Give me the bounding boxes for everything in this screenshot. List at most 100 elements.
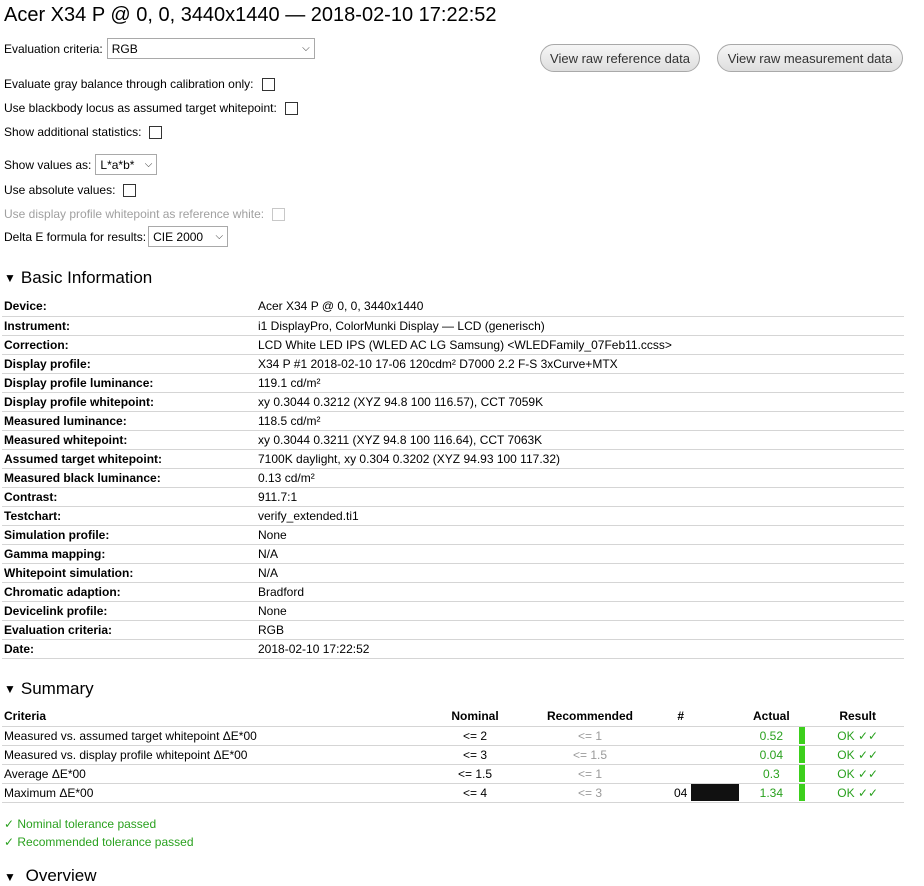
absolute-values-label: Use absolute values: [4, 183, 116, 197]
info-row: Assumed target whitepoint: 7100K daylight… [2, 449, 904, 469]
summary-number [672, 726, 690, 746]
absolute-values-checkbox[interactable] [123, 183, 137, 197]
info-value: i1 DisplayPro, ColorMunki Display — LCD … [256, 316, 904, 336]
header-recommended: Recommended [508, 707, 672, 727]
delta-e-value: CIE 2000 [153, 229, 204, 244]
info-key: Gamma mapping: [2, 544, 256, 564]
nominal-tolerance-passed: ✓ Nominal tolerance passed [4, 817, 157, 831]
show-values-label: Show values as: [4, 157, 92, 172]
view-raw-measurement-button[interactable]: View raw measurement data [717, 44, 903, 72]
evaluation-criteria-value: RGB [111, 41, 138, 56]
info-value: 119.1 cd/m² [256, 373, 904, 393]
color-swatch [691, 784, 740, 801]
info-key: Assumed target whitepoint: [2, 449, 256, 469]
collapse-triangle-icon: ▼ [4, 870, 16, 884]
delta-e-row: Delta E formula for results: CIE 2000 ⌵ [4, 226, 229, 247]
info-row: Display profile whitepoint: xy 0.3044 0.3… [2, 392, 904, 412]
summary-number: 04 [672, 783, 690, 803]
chevron-down-icon: ⌵ [215, 231, 224, 242]
display-profile-white-label: Use display profile whitepoint as refere… [4, 207, 265, 221]
info-value: LCD White LED IPS (WLED AC LG Samsung) <… [256, 335, 904, 355]
info-value: Bradford [256, 582, 904, 602]
header-criteria: Criteria [2, 707, 442, 727]
summary-result: OK ✓✓ [811, 764, 904, 784]
summary-row: Average ΔE*00 <= 1.5 <= 1 0.3 OK ✓✓ [2, 764, 904, 784]
summary-actual: 0.04 [745, 745, 798, 765]
info-row: Correction: LCD White LED IPS (WLED AC LG… [2, 335, 904, 355]
header-swatch [689, 707, 746, 727]
info-row: Gamma mapping: N/A [2, 544, 904, 564]
info-key: Simulation profile: [2, 525, 256, 545]
summary-header-row: Criteria Nominal Recommended # Actual Re… [2, 707, 904, 727]
blackbody-row: Use blackbody locus as assumed target wh… [4, 101, 298, 115]
info-row: Measured luminance: 118.5 cd/m² [2, 411, 904, 431]
info-row: Measured whitepoint: xy 0.3044 0.3211 (XY… [2, 430, 904, 450]
summary-row: Measured vs. display profile whitepoint … [2, 745, 904, 765]
info-key: Instrument: [2, 316, 256, 336]
page-title: Acer X34 P @ 0, 0, 3440x1440 — 2018-02-1… [4, 4, 497, 26]
info-row: Instrument: i1 DisplayPro, ColorMunki Dis… [2, 316, 904, 336]
header-result: Result [811, 707, 904, 727]
header-nominal: Nominal [442, 707, 508, 727]
info-row: Whitepoint simulation: N/A [2, 563, 904, 583]
view-raw-reference-button[interactable]: View raw reference data [540, 44, 700, 72]
show-values-row: Show values as: L*a*b* ⌵ [4, 154, 158, 175]
info-key: Testchart: [2, 506, 256, 526]
summary-table: Criteria Nominal Recommended # Actual Re… [2, 707, 904, 803]
summary-bar-cell [797, 745, 812, 765]
info-key: Devicelink profile: [2, 601, 256, 621]
info-value: Acer X34 P @ 0, 0, 3440x1440 [256, 297, 904, 317]
additional-stats-row: Show additional statistics: [4, 125, 163, 139]
info-value: RGB [256, 620, 904, 640]
summary-nominal: <= 2 [442, 726, 508, 746]
summary-swatch-cell [689, 783, 746, 803]
header-actual: Actual [745, 707, 798, 727]
info-value: 2018-02-10 17:22:52 [256, 639, 904, 659]
info-key: Measured whitepoint: [2, 430, 256, 450]
info-key: Whitepoint simulation: [2, 563, 256, 583]
summary-recommended: <= 1.5 [508, 745, 672, 765]
delta-e-select[interactable]: CIE 2000 ⌵ [148, 226, 229, 247]
blackbody-checkbox[interactable] [284, 101, 298, 115]
info-value: N/A [256, 544, 904, 564]
summary-heading[interactable]: ▼ Summary [4, 679, 94, 699]
collapse-triangle-icon: ▼ [4, 271, 16, 285]
show-values-select[interactable]: L*a*b* ⌵ [95, 154, 158, 175]
summary-actual: 0.3 [745, 764, 798, 784]
gray-balance-row: Evaluate gray balance through calibratio… [4, 77, 275, 91]
info-key: Date: [2, 639, 256, 659]
evaluation-criteria-select[interactable]: RGB ⌵ [106, 38, 315, 59]
info-row: Display profile luminance: 119.1 cd/m² [2, 373, 904, 393]
summary-number [672, 764, 690, 784]
summary-row: Maximum ΔE*00 <= 4 <= 3 04 1.34 OK ✓✓ [2, 783, 904, 803]
info-key: Contrast: [2, 487, 256, 507]
summary-row: Measured vs. assumed target whitepoint Δ… [2, 726, 904, 746]
info-key: Measured black luminance: [2, 468, 256, 488]
summary-swatch-cell [689, 745, 746, 765]
additional-stats-checkbox[interactable] [149, 125, 163, 139]
info-value: xy 0.3044 0.3211 (XYZ 94.8 100 116.64), … [256, 430, 904, 450]
recommended-tolerance-passed: ✓ Recommended tolerance passed [4, 835, 194, 849]
info-row: Devicelink profile: None [2, 601, 904, 621]
additional-stats-label: Show additional statistics: [4, 125, 142, 139]
info-value: 118.5 cd/m² [256, 411, 904, 431]
overview-heading-partial[interactable]: ▼ Overview [4, 866, 96, 886]
summary-actual: 0.52 [745, 726, 798, 746]
info-key: Display profile: [2, 354, 256, 374]
basic-information-heading[interactable]: ▼ Basic Information [4, 268, 152, 288]
info-key: Chromatic adaption: [2, 582, 256, 602]
summary-swatch-cell [689, 726, 746, 746]
gray-balance-checkbox[interactable] [261, 77, 275, 91]
info-row: Measured black luminance: 0.13 cd/m² [2, 468, 904, 488]
summary-recommended: <= 1 [508, 764, 672, 784]
display-profile-white-checkbox[interactable] [272, 207, 286, 221]
info-row: Display profile: X34 P #1 2018-02-10 17-0… [2, 354, 904, 374]
summary-nominal: <= 3 [442, 745, 508, 765]
summary-result: OK ✓✓ [811, 745, 904, 765]
summary-number [672, 745, 690, 765]
info-value: None [256, 601, 904, 621]
absolute-values-row: Use absolute values: [4, 183, 137, 197]
collapse-triangle-icon: ▼ [4, 682, 16, 696]
info-key: Evaluation criteria: [2, 620, 256, 640]
summary-result: OK ✓✓ [811, 726, 904, 746]
